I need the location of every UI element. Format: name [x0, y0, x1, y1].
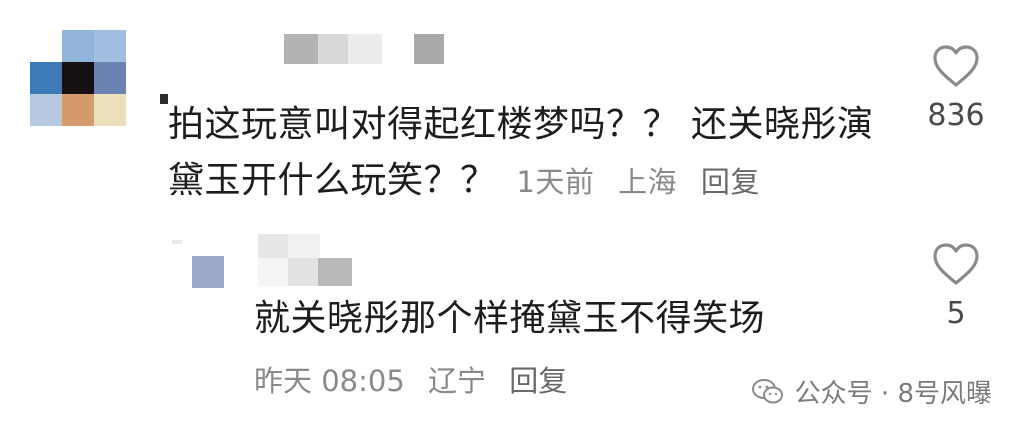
reply-reply-button[interactable]: 回复	[509, 364, 567, 398]
comment-text-line2: 黛玉开什么玩笑？？ 1天前 上海 回复	[168, 150, 774, 213]
reply-location: 辽宁	[428, 364, 487, 398]
heart-outline-icon	[933, 243, 979, 285]
heart-outline-icon	[933, 45, 979, 87]
comment-time: 1天前	[516, 165, 595, 199]
comment-location: 上海	[618, 165, 678, 199]
reply-like-button[interactable]: 5	[916, 242, 996, 331]
comment-text-line2-content: 黛玉开什么玩笑？？	[168, 160, 497, 201]
username-blurred[interactable]	[284, 34, 444, 64]
comment-like-count: 836	[927, 98, 985, 133]
reply-time: 昨天 08:05	[254, 364, 405, 398]
comment-reply-button[interactable]: 回复	[701, 165, 760, 199]
reply-marker	[172, 240, 182, 244]
wechat-icon	[751, 378, 783, 403]
watermark-text: 公众号 · 8号风曝	[794, 379, 992, 409]
comment-meta: 1天前 上海 回复	[516, 165, 773, 199]
comment-like-button[interactable]: 836	[916, 44, 996, 133]
reply-username-blurred-2	[258, 258, 352, 286]
reply-like-count: 5	[946, 296, 966, 331]
reply-avatar[interactable]	[192, 256, 224, 288]
reply-text: 就关晓彤那个样掩黛玉不得笑场	[254, 298, 766, 339]
comment-marker	[160, 94, 168, 104]
comment-text-line1: 拍这玩意叫对得起红楼梦吗？？ 还关晓彤演	[168, 104, 874, 145]
watermark: 公众号 · 8号风曝	[751, 373, 992, 410]
reply-meta: 昨天 08:05 辽宁 回复	[254, 358, 581, 400]
avatar[interactable]	[30, 30, 126, 126]
